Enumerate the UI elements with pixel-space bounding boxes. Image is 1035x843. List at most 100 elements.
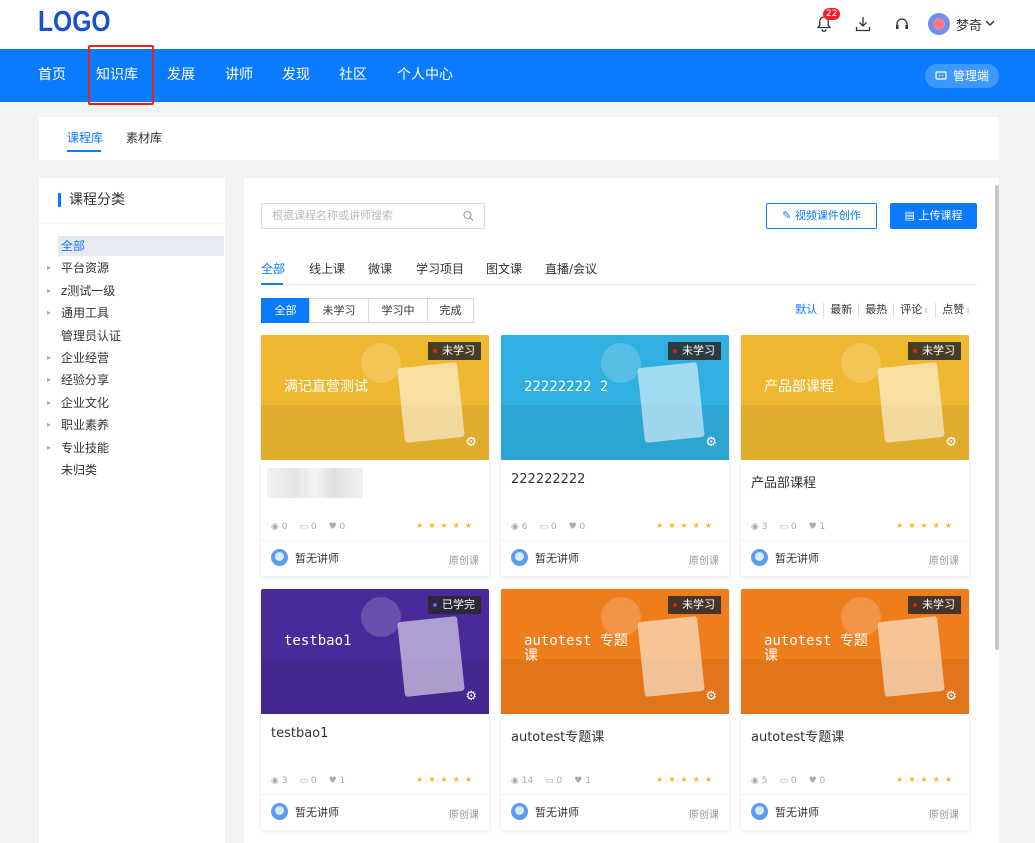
tab-online[interactable]: 线上课 (309, 260, 345, 277)
scrollbar[interactable] (995, 185, 999, 650)
sort-hottest[interactable]: 最热 (858, 303, 893, 318)
rating-stars: ★★★★★ (416, 775, 477, 784)
search-icon[interactable] (463, 204, 474, 237)
filter-completed[interactable]: 完成 (427, 298, 474, 323)
course-cover[interactable]: autotest 专题课 未学习 ⚙ (501, 589, 729, 714)
expand-arrow-icon[interactable]: ▸ (47, 398, 51, 407)
filter-not-started[interactable]: 未学习 (309, 298, 369, 323)
tab-learning-project[interactable]: 学习项目 (416, 260, 464, 277)
course-cover[interactable]: 满记直营测试 未学习 ⚙ (261, 335, 489, 460)
main-nav: 首页 知识库 发展 讲师 发现 社区 个人中心 管理端 (0, 49, 1035, 102)
sidebar-category-item[interactable]: z测试一级 (58, 281, 224, 301)
sidebar-category-item[interactable]: 专业技能 (58, 438, 224, 458)
expand-arrow-icon[interactable]: ▸ (47, 286, 51, 295)
logo[interactable]: LOGO (38, 6, 111, 39)
course-cover[interactable]: testbao1 已学完 ⚙ (261, 589, 489, 714)
gear-icon[interactable]: ⚙ (465, 435, 477, 450)
notification-bell-icon[interactable]: 22 (811, 8, 841, 36)
tab-course-library[interactable]: 课程库 (67, 129, 103, 146)
expand-arrow-icon[interactable]: ▸ (47, 353, 51, 362)
sidebar-category-item[interactable]: 通用工具 (58, 303, 224, 323)
sort-comments[interactable]: 评论⇕ (893, 303, 935, 318)
sidebar-category-item[interactable]: 未归类 (58, 460, 224, 480)
expand-arrow-icon[interactable]: ▸ (47, 308, 51, 317)
video-courseware-create-button[interactable]: ✎ 视频课件创作 (766, 203, 877, 229)
heart-icon: ♥ (568, 522, 580, 532)
views-count: 3 (281, 776, 288, 786)
eye-icon: ◉ (751, 776, 762, 786)
course-card[interactable]: autotest 专题课 未学习 ⚙ autotest专题课 ◉ 14 ▭ 0 ♥ 1 ★★★… (501, 589, 729, 830)
views-count: 0 (281, 522, 288, 532)
views-stat: ◉ 14 (511, 776, 533, 786)
filter-all[interactable]: 全部 (261, 298, 310, 323)
nav-item-community[interactable]: 社区 (339, 49, 367, 102)
sort-default[interactable]: 默认 (789, 303, 823, 318)
search-input[interactable]: 根据课程名称或讲师搜索 (261, 203, 485, 229)
card-divider (501, 794, 729, 795)
management-button[interactable]: 管理端 (924, 64, 999, 88)
tab-graphic[interactable]: 图文课 (486, 260, 522, 277)
gear-icon[interactable]: ⚙ (465, 689, 477, 704)
gear-icon[interactable]: ⚙ (945, 689, 957, 704)
course-cover[interactable]: 22222222 2 未学习 ⚙ (501, 335, 729, 460)
course-title[interactable]: 产品部课程 (751, 472, 816, 491)
likes-stat: ♥ 1 (574, 776, 591, 786)
user-avatar[interactable] (927, 13, 950, 35)
tab-material-library[interactable]: 素材库 (126, 129, 162, 146)
course-card[interactable]: 满记直营测试 未学习 ⚙ ◉ 0 ▭ 0 ♥ 0 ★★★★★ 暂无讲师 原创课 (261, 335, 489, 576)
sidebar-category-item[interactable]: 企业文化 (58, 393, 224, 413)
nav-item-home[interactable]: 首页 (38, 49, 66, 102)
course-card[interactable]: 产品部课程 未学习 ⚙ 产品部课程 ◉ 3 ▭ 0 ♥ 1 ★★★★★ 暂无讲师 原创课 (741, 335, 969, 576)
course-cover[interactable]: 产品部课程 未学习 ⚙ (741, 335, 969, 460)
sort-comments-label: 评论 (900, 303, 923, 316)
nav-item-discover[interactable]: 发现 (282, 49, 310, 102)
course-card[interactable]: 22222222 2 未学习 ⚙ 222222222 ◉ 6 ▭ 0 ♥ 0 ★★★★★ 暂无讲… (501, 335, 729, 576)
sidebar-category-item[interactable]: 全部 (58, 236, 224, 256)
chevron-down-icon[interactable] (985, 19, 995, 30)
sort-likes-label: 点赞 (942, 303, 965, 316)
card-divider (261, 794, 489, 795)
sort-likes[interactable]: 点赞⇕ (935, 303, 977, 318)
course-title[interactable]: autotest专题课 (751, 726, 844, 745)
tab-live[interactable]: 直播/会议 (545, 260, 597, 277)
sidebar-category-item[interactable]: 职业素养 (58, 415, 224, 435)
course-card[interactable]: autotest 专题课 未学习 ⚙ autotest专题课 ◉ 5 ▭ 0 ♥ 0 ★★★★… (741, 589, 969, 830)
teacher-name: 暂无讲师 (535, 805, 579, 819)
expand-arrow-icon[interactable]: ▸ (47, 375, 51, 384)
user-name[interactable]: 梦奇 (956, 15, 982, 34)
gear-icon[interactable]: ⚙ (705, 689, 717, 704)
course-title[interactable]: autotest专题课 (511, 726, 604, 745)
top-bar: LOGO 22 梦奇 (0, 0, 1035, 49)
tab-micro[interactable]: 微课 (368, 260, 392, 277)
sort-options: 默认 最新 最热 评论⇕ 点赞⇕ (789, 303, 977, 318)
tab-all[interactable]: 全部 (261, 260, 285, 277)
sidebar-category-item[interactable]: 管理员认证 (58, 326, 224, 346)
teacher-name: 暂无讲师 (775, 551, 819, 565)
teacher-name: 暂无讲师 (295, 551, 339, 565)
headset-icon[interactable] (889, 12, 915, 36)
expand-arrow-icon[interactable]: ▸ (47, 263, 51, 272)
course-title[interactable]: testbao1 (271, 726, 328, 741)
nav-item-personal-center[interactable]: 个人中心 (397, 49, 453, 102)
nav-item-development[interactable]: 发展 (167, 49, 195, 102)
cover-illustration (397, 616, 465, 697)
course-cover[interactable]: autotest 专题课 未学习 ⚙ (741, 589, 969, 714)
sort-newest[interactable]: 最新 (823, 303, 858, 318)
comments-count: 0 (310, 522, 317, 532)
gear-icon[interactable]: ⚙ (945, 435, 957, 450)
course-card[interactable]: testbao1 已学完 ⚙ testbao1 ◉ 3 ▭ 0 ♥ 1 ★★★★★ 暂无讲师 原创… (261, 589, 489, 830)
gear-icon[interactable]: ⚙ (705, 435, 717, 450)
filter-in-progress[interactable]: 学习中 (368, 298, 428, 323)
sidebar-category-item[interactable]: 经验分享 (58, 370, 224, 390)
comment-icon: ▭ (299, 776, 311, 786)
eye-icon: ◉ (751, 522, 762, 532)
expand-arrow-icon[interactable]: ▸ (47, 443, 51, 452)
course-title[interactable]: 222222222 (511, 472, 585, 487)
sidebar-category-item[interactable]: 企业经营 (58, 348, 224, 368)
teacher-info: 暂无讲师 (511, 803, 579, 820)
nav-item-lecturer[interactable]: 讲师 (225, 49, 253, 102)
upload-course-button[interactable]: ▤ 上传课程 (890, 203, 977, 229)
sidebar-category-item[interactable]: 平台资源 (58, 258, 224, 278)
download-icon[interactable] (850, 12, 876, 36)
expand-arrow-icon[interactable]: ▸ (47, 420, 51, 429)
